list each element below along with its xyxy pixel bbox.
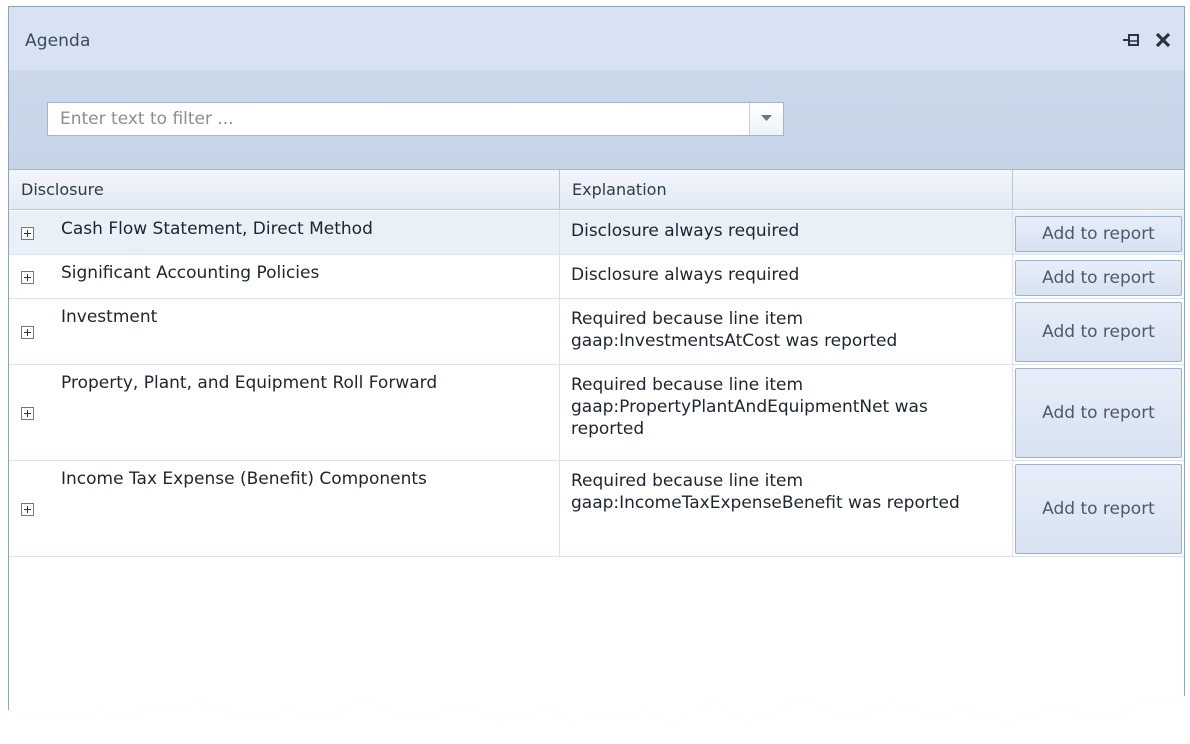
- close-icon[interactable]: [1152, 29, 1174, 51]
- panel-title-bar: Agenda: [9, 7, 1184, 70]
- table-row[interactable]: Property, Plant, and Equipment Roll Forw…: [9, 365, 1184, 461]
- agenda-panel: Agenda Enter text to filter ... Disclosu…: [8, 6, 1185, 726]
- pin-icon[interactable]: [1120, 29, 1142, 51]
- action-cell: Add to report: [1013, 211, 1184, 254]
- expand-plus-icon[interactable]: [21, 227, 34, 240]
- column-header-explanation[interactable]: Explanation: [560, 170, 1013, 210]
- disclosure-name: Significant Accounting Policies: [61, 263, 320, 283]
- column-header-disclosure-label: Disclosure: [21, 180, 104, 199]
- explanation-text: Disclosure always required: [571, 265, 800, 285]
- action-cell: Add to report: [1013, 461, 1184, 556]
- filter-dropdown-button[interactable]: [749, 103, 783, 135]
- disclosure-name: Income Tax Expense (Benefit) Components: [61, 469, 427, 489]
- add-to-report-button[interactable]: Add to report: [1015, 464, 1182, 554]
- add-to-report-button[interactable]: Add to report: [1015, 368, 1182, 458]
- column-header-explanation-label: Explanation: [572, 180, 667, 199]
- disclosure-cell: Property, Plant, and Equipment Roll Forw…: [9, 365, 560, 460]
- expand-plus-icon[interactable]: [21, 326, 34, 339]
- column-header-disclosure[interactable]: Disclosure: [9, 170, 560, 210]
- explanation-cell: Disclosure always required: [560, 255, 1013, 298]
- filter-area: [9, 70, 1184, 170]
- explanation-cell: Required because line item gaap:Investme…: [560, 299, 1013, 364]
- explanation-text: Disclosure always required: [571, 221, 800, 241]
- panel-title: Agenda: [25, 31, 91, 51]
- disclosure-cell: Investment: [9, 299, 560, 364]
- explanation-cell: Required because line item gaap:Property…: [560, 365, 1013, 460]
- table-row[interactable]: Income Tax Expense (Benefit) Components …: [9, 461, 1184, 557]
- filter-input[interactable]: [48, 103, 760, 135]
- disclosure-name: Cash Flow Statement, Direct Method: [61, 219, 373, 239]
- screenshot-stage: Agenda Enter text to filter ... Disclosu…: [0, 0, 1190, 744]
- disclosure-cell: Income Tax Expense (Benefit) Components: [9, 461, 560, 556]
- explanation-text: Required because line item gaap:IncomeTa…: [571, 471, 960, 513]
- action-cell: Add to report: [1013, 255, 1184, 298]
- explanation-cell: Disclosure always required: [560, 211, 1013, 254]
- disclosure-name: Property, Plant, and Equipment Roll Forw…: [61, 373, 438, 393]
- explanation-text: Required because line item gaap:Property…: [571, 375, 928, 439]
- disclosure-cell: Cash Flow Statement, Direct Method: [9, 211, 560, 254]
- add-to-report-button[interactable]: Add to report: [1015, 260, 1182, 296]
- expand-plus-icon[interactable]: [21, 503, 34, 516]
- table-row[interactable]: Investment Required because line item ga…: [9, 299, 1184, 365]
- column-header-action: [1013, 170, 1184, 210]
- agenda-grid: Disclosure Explanation Cash Flow Stateme…: [9, 170, 1184, 726]
- disclosure-name: Investment: [61, 307, 158, 327]
- chevron-down-icon: [761, 115, 772, 121]
- action-cell: Add to report: [1013, 299, 1184, 364]
- explanation-cell: Required because line item gaap:IncomeTa…: [560, 461, 1013, 556]
- explanation-text: Required because line item gaap:Investme…: [571, 309, 898, 351]
- table-row[interactable]: Cash Flow Statement, Direct Method Discl…: [9, 211, 1184, 255]
- add-to-report-button[interactable]: Add to report: [1015, 302, 1182, 362]
- add-to-report-button[interactable]: Add to report: [1015, 216, 1182, 252]
- expand-plus-icon[interactable]: [21, 407, 34, 420]
- table-row[interactable]: Significant Accounting Policies Disclosu…: [9, 255, 1184, 299]
- disclosure-cell: Significant Accounting Policies: [9, 255, 560, 298]
- action-cell: Add to report: [1013, 365, 1184, 460]
- expand-plus-icon[interactable]: [21, 271, 34, 284]
- filter-combo: [47, 102, 784, 136]
